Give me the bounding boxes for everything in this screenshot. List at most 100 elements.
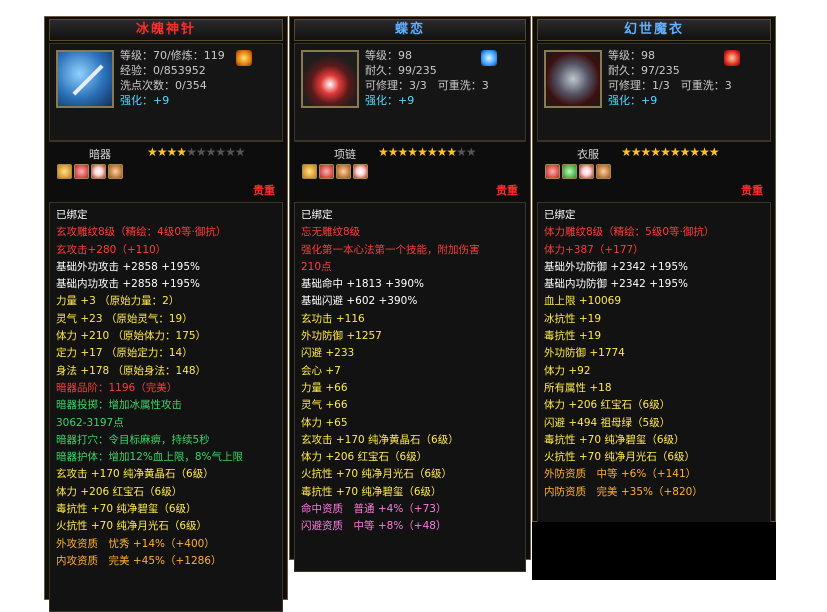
attribute-line: 体力+387（+177） xyxy=(544,243,644,256)
item-tooltip-necklace: 蝶恋 等级：98 耐久：99/235 可修理：3/3 可重洗：3 强化：+9 项… xyxy=(289,16,531,572)
attribute-line: 体力 +92 xyxy=(544,364,591,377)
item-title: 冰魄神针 xyxy=(49,19,283,41)
attribute-line: 灵气 +23 （原始灵气：19） xyxy=(56,312,193,325)
level-text: 等级：98 xyxy=(365,49,412,62)
yellow-gem-icon[interactable] xyxy=(302,164,317,179)
attribute-line: 会心 +7 xyxy=(301,364,341,377)
attribute-line: 已绑定 xyxy=(56,209,88,221)
attribute-line: 毒抗性 +19 xyxy=(544,330,601,343)
star-filled-icon: ★ xyxy=(689,145,700,159)
empty-area xyxy=(532,522,776,580)
enhance-text: 强化：+9 xyxy=(608,94,658,107)
attribute-line: 力量 +3 （原始力量：2） xyxy=(56,295,180,308)
attribute-line: 闪避 +494 祖母绿（5级） xyxy=(544,416,671,429)
star-filled-icon: ★ xyxy=(387,145,399,159)
attribute-line: 暗器打穴：令目标麻痹，持续5秒 xyxy=(56,433,210,446)
star-filled-icon: ★ xyxy=(156,145,168,159)
item-type: 衣服 xyxy=(577,148,599,161)
ruby-gem-icon[interactable] xyxy=(545,164,560,179)
ruby-gem-icon[interactable] xyxy=(74,164,89,179)
attribute-line: 火抗性 +70 纯净月光石（6级） xyxy=(544,451,696,464)
repair-text: 可修理：1/3 可重洗：3 xyxy=(608,79,732,92)
attribute-line: 玄攻击 +170 纯净黄晶石（6级） xyxy=(301,433,459,446)
star-empty-icon: ★ xyxy=(234,145,246,159)
attribute-line: 冰抗性 +19 xyxy=(544,312,601,325)
attribute-line: 基础外功攻击 +2858 +195% xyxy=(56,260,201,273)
armor-item-icon xyxy=(544,50,602,108)
attribute-line: 基础内功攻击 +2858 +195% xyxy=(56,278,201,291)
star-filled-icon: ★ xyxy=(630,145,642,159)
star-filled-icon: ★ xyxy=(426,145,438,159)
item-stats: 等级：98 耐久：99/235 可修理：3/3 可重洗：3 强化：+9 xyxy=(365,48,489,108)
star-filled-icon: ★ xyxy=(147,145,158,159)
star-empty-icon: ★ xyxy=(465,145,477,159)
star-filled-icon: ★ xyxy=(176,145,187,159)
star-filled-icon: ★ xyxy=(708,145,720,159)
fire-attribute-icon xyxy=(236,50,252,66)
attribute-line: 外功防御 +1774 xyxy=(544,347,625,360)
star-filled-icon: ★ xyxy=(679,145,691,159)
star-empty-icon: ★ xyxy=(215,145,226,159)
attribute-line: 忘无雕纹8级 xyxy=(301,226,361,239)
level-text: 等级：98 xyxy=(608,49,655,62)
attribute-line: 体力 +206 红宝石（6级） xyxy=(56,485,183,498)
enhance-text: 强化：+9 xyxy=(120,94,170,107)
moonstone-gem-icon[interactable] xyxy=(596,164,611,179)
attribute-line: 已绑定 xyxy=(301,209,333,221)
level-text: 等级：70/修炼：119 xyxy=(120,49,225,62)
attribute-line: 血上限 +10069 xyxy=(544,295,622,308)
attribute-line: 体力 +206 红宝石（6级） xyxy=(544,399,671,412)
attribute-line: 毒抗性 +70 纯净碧玺（6级） xyxy=(56,503,197,516)
item-header: 等级：70/修炼：119 经验：0/853952 洗点次数：0/354 强化：+… xyxy=(49,43,283,141)
star-filled-icon: ★ xyxy=(407,145,418,159)
attribute-line: 内攻资质 完美 +45%（+1286） xyxy=(56,554,222,567)
star-filled-icon: ★ xyxy=(660,145,671,159)
star-rating: ★★★★★★★★★★ xyxy=(147,145,246,159)
star-filled-icon: ★ xyxy=(378,145,389,159)
moonstone-gem-icon[interactable] xyxy=(108,164,123,179)
durability-text: 耐久：97/235 xyxy=(608,64,680,77)
ruby-gem-icon[interactable] xyxy=(319,164,334,179)
attribute-line: 玄功击 +116 xyxy=(301,312,365,325)
attribute-line: 暗器投掷：增加冰属性攻击 xyxy=(56,399,182,412)
item-header: 等级：98 耐久：99/235 可修理：3/3 可重洗：3 强化：+9 xyxy=(294,43,526,141)
star-empty-icon: ★ xyxy=(186,145,197,159)
star-filled-icon: ★ xyxy=(669,145,681,159)
star-filled-icon: ★ xyxy=(436,145,448,159)
red-attribute-icon xyxy=(724,50,740,66)
attribute-line: 玄攻雕纹8级（精绘：4级0等·御抗） xyxy=(56,226,227,239)
yellow-gem-icon[interactable] xyxy=(57,164,72,179)
attribute-line: 基础命中 +1813 +390% xyxy=(301,278,425,291)
star-filled-icon: ★ xyxy=(417,145,428,159)
emerald-gem-icon[interactable] xyxy=(562,164,577,179)
attribute-line: 基础外功防御 +2342 +195% xyxy=(544,260,689,273)
tourmaline-gem-icon[interactable] xyxy=(579,164,594,179)
moonstone-gem-icon[interactable] xyxy=(336,164,351,179)
item-type: 项链 xyxy=(334,148,356,161)
tourmaline-gem-icon[interactable] xyxy=(353,164,368,179)
attribute-line: 内防资质 完美 +35%（+820） xyxy=(544,485,703,498)
item-info-row: 项链 ★★★★★★★★★★ 贵重 xyxy=(294,142,526,200)
item-attribute-list: 已绑定体力雕纹8级（精绘：5级0等·御抗） 体力+387（+177） 基础外功防御 … xyxy=(537,202,771,534)
star-empty-icon: ★ xyxy=(225,145,236,159)
item-attribute-list: 已绑定 忘无雕纹8级 强化第一本心法第一个技能，附加伤害 210点 基础命中 +1813… xyxy=(294,202,526,572)
gem-slots xyxy=(545,164,613,183)
gem-slots xyxy=(302,164,370,183)
attribute-line: 强化第一本心法第一个技能，附加伤害 xyxy=(301,243,480,256)
attribute-line: 暗器护体：增加12%血上限，8%气上限 xyxy=(56,451,243,464)
star-filled-icon: ★ xyxy=(699,145,710,159)
exp-text: 经验：0/853952 xyxy=(120,64,206,77)
item-info-row: 衣服 ★★★★★★★★★★ 贵重 xyxy=(537,142,771,200)
worth-badge: 贵重 xyxy=(496,184,518,197)
attribute-line: 体力雕纹8级（精绘：5级0等·御抗） xyxy=(544,226,715,239)
wash-count-text: 洗点次数：0/354 xyxy=(120,79,207,92)
attribute-line: 毒抗性 +70 纯净碧玺（6级） xyxy=(301,485,442,498)
repair-text: 可修理：3/3 可重洗：3 xyxy=(365,79,489,92)
star-rating: ★★★★★★★★★★ xyxy=(621,145,720,159)
attribute-line: 已绑定 xyxy=(544,209,576,221)
worth-badge: 贵重 xyxy=(741,184,763,197)
star-filled-icon: ★ xyxy=(166,145,178,159)
enhance-text: 强化：+9 xyxy=(365,94,415,107)
worth-badge: 贵重 xyxy=(253,184,275,197)
tourmaline-gem-icon[interactable] xyxy=(91,164,106,179)
